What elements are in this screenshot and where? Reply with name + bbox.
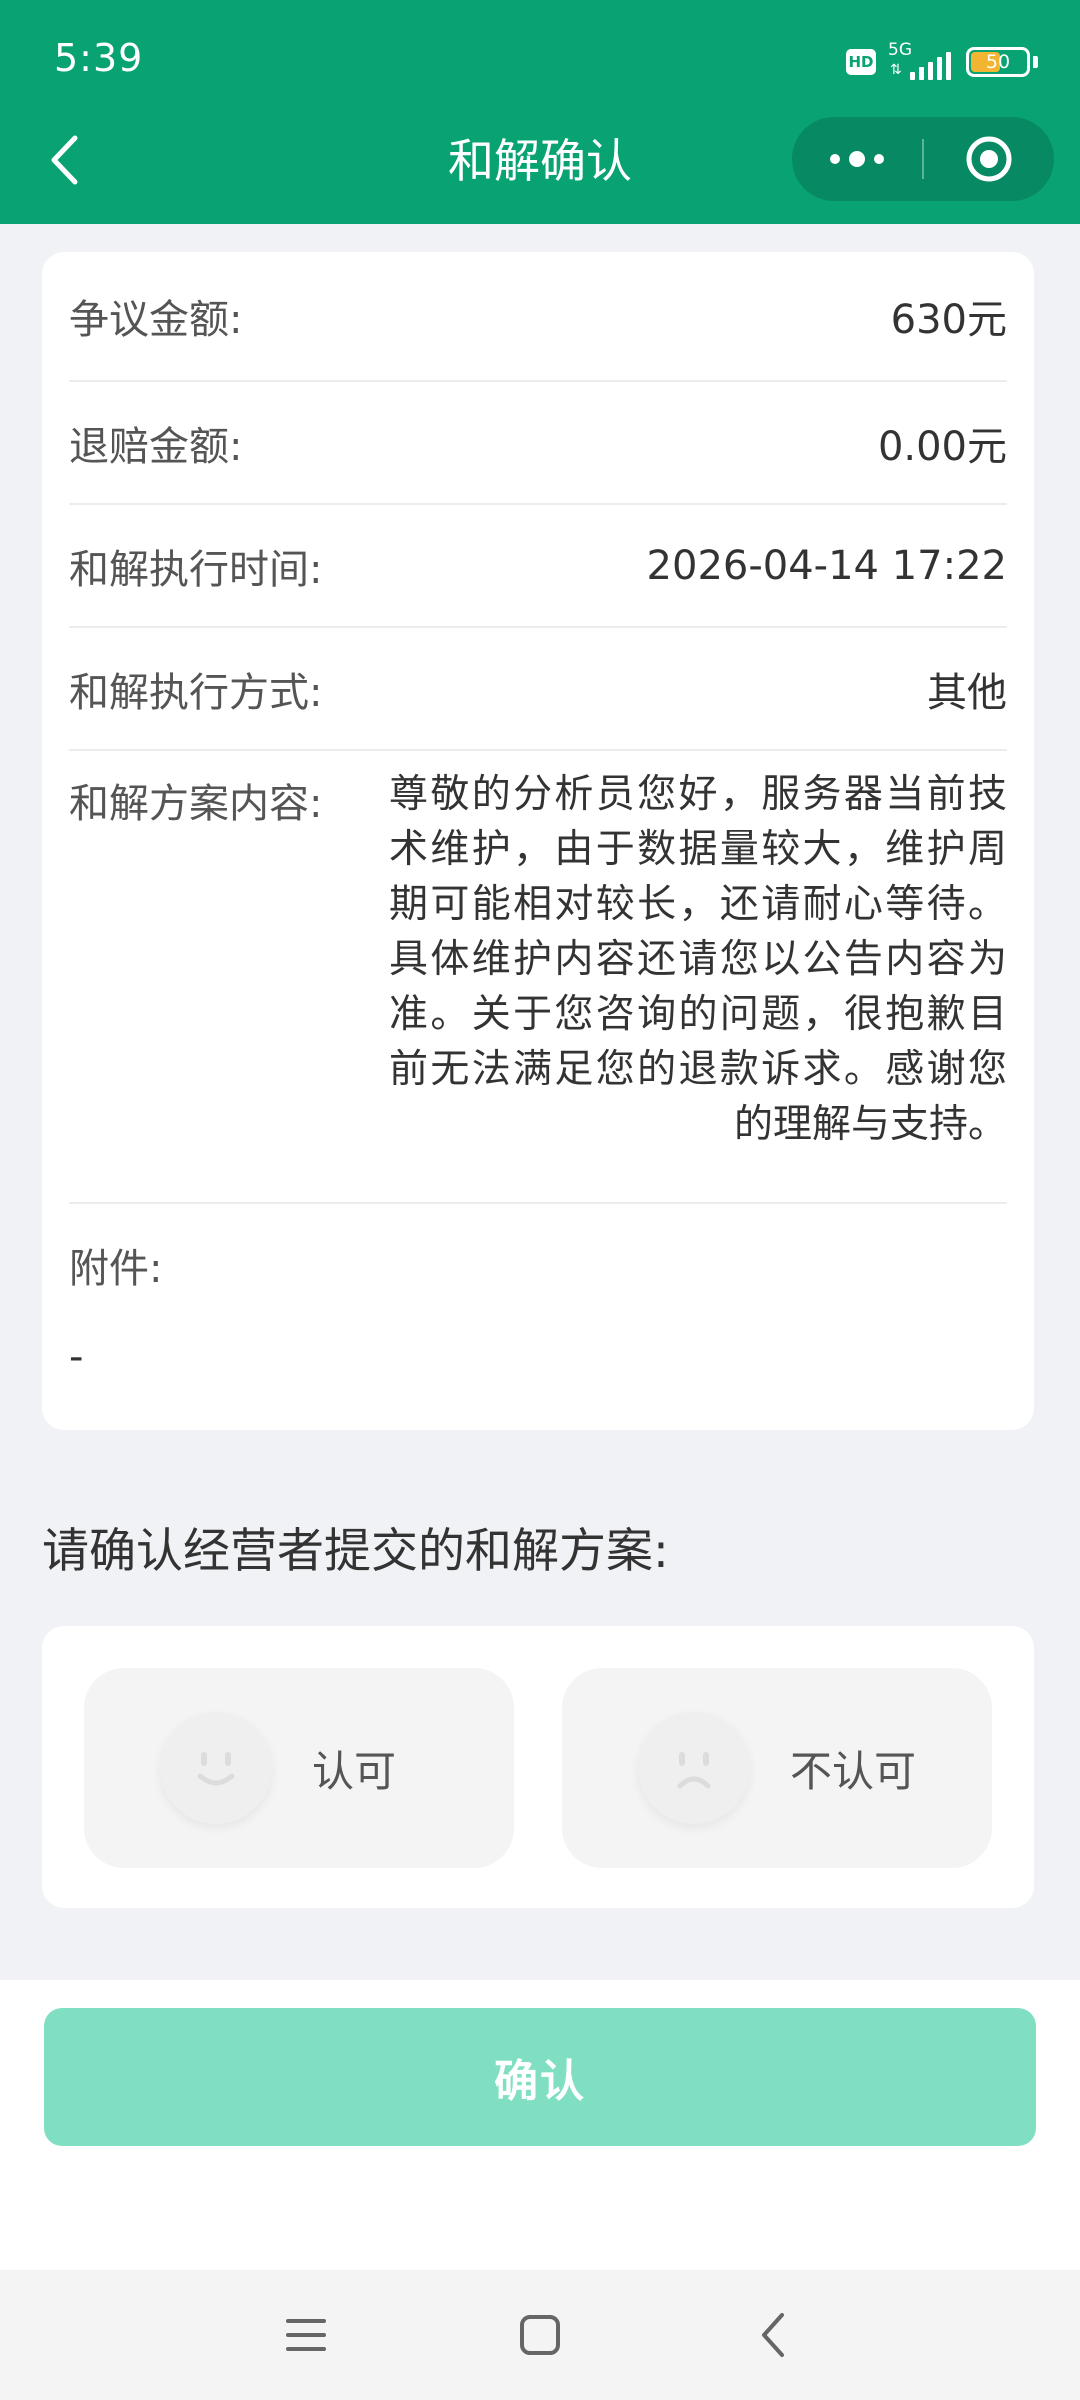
status-icons: HD 5G ⇅ 50 [846, 38, 1038, 86]
more-button[interactable] [792, 117, 922, 201]
approve-label: 认可 [312, 1746, 397, 1796]
attachment-label: 附件: [69, 1246, 163, 1292]
confirm-prompt: 请确认经营者提交的和解方案: [42, 1524, 669, 1579]
menu-lines-icon [286, 2319, 326, 2351]
battery-icon: 50 [966, 47, 1030, 77]
reject-label: 不认可 [790, 1746, 917, 1796]
mini-program-capsule [792, 117, 1054, 201]
signal-bars-icon [910, 52, 951, 80]
settlement-info-card: 争议金额: 630元 退赔金额: 0.00元 和解执行时间: 2026-04-1… [42, 252, 1034, 1430]
target-circle-icon [966, 136, 1012, 182]
sad-face-glyph [677, 1752, 711, 1789]
data-arrows-icon: ⇅ [890, 62, 902, 78]
hd-badge: HD [846, 49, 876, 75]
home-button[interactable] [495, 2300, 585, 2370]
refund-amount-value: 0.00元 [877, 423, 1007, 470]
back-button[interactable] [36, 124, 92, 196]
dispute-amount-row: 争议金额: 630元 [69, 252, 1007, 382]
refund-amount-row: 退赔金额: 0.00元 [69, 382, 1007, 505]
network-type: 5G [888, 40, 912, 60]
dispute-amount-value: 630元 [890, 297, 1007, 343]
chevron-left-icon [51, 135, 78, 185]
smile-face-icon [160, 1712, 272, 1824]
execution-method-label: 和解执行方式: [69, 669, 323, 716]
more-dots-icon [830, 151, 884, 167]
plan-content-text: 尊敬的分析员您好，服务器当前技术维护，由于数据量较大，维护周期可能相对较长，还请… [389, 772, 1007, 1147]
plan-content-row: 和解方案内容: 尊敬的分析员您好，服务器当前技术维护，由于数据量较大，维护周期可… [69, 751, 1007, 1204]
close-mini-program-button[interactable] [924, 117, 1054, 201]
execution-time-label: 和解执行时间: [69, 546, 323, 593]
attachment-value: - [69, 1334, 84, 1380]
execution-method-row: 和解执行方式: 其他 [69, 628, 1007, 751]
smile-face-glyph [197, 1752, 235, 1786]
status-time: 5:39 [54, 36, 144, 80]
refund-amount-label: 退赔金额: [69, 423, 243, 470]
approve-option[interactable]: 认可 [84, 1668, 514, 1868]
system-nav-bar [0, 2270, 1080, 2400]
execution-method-value: 其他 [927, 669, 1007, 716]
choice-card: 认可 不认可 [42, 1626, 1034, 1908]
chevron-left-icon [762, 2313, 784, 2357]
square-home-icon [520, 2315, 560, 2355]
battery-percent: 50 [985, 51, 1011, 73]
top-header: 5:39 HD 5G ⇅ 50 和解确认 [0, 0, 1080, 224]
battery-tip [1033, 56, 1038, 68]
system-back-button[interactable] [728, 2300, 818, 2370]
recent-apps-button[interactable] [261, 2300, 351, 2370]
sad-face-icon [638, 1712, 750, 1824]
reject-option[interactable]: 不认可 [562, 1668, 992, 1868]
execution-time-value: 2026-04-14 17:22 [646, 542, 1007, 589]
bottom-action-area: 确认 [0, 1980, 1080, 2270]
plan-content-label: 和解方案内容: [69, 781, 323, 827]
execution-time-row: 和解执行时间: 2026-04-14 17:22 [69, 505, 1007, 628]
dispute-amount-label: 争议金额: [69, 297, 243, 343]
confirm-button[interactable]: 确认 [44, 2008, 1036, 2146]
signal-icon: 5G ⇅ [888, 40, 954, 82]
